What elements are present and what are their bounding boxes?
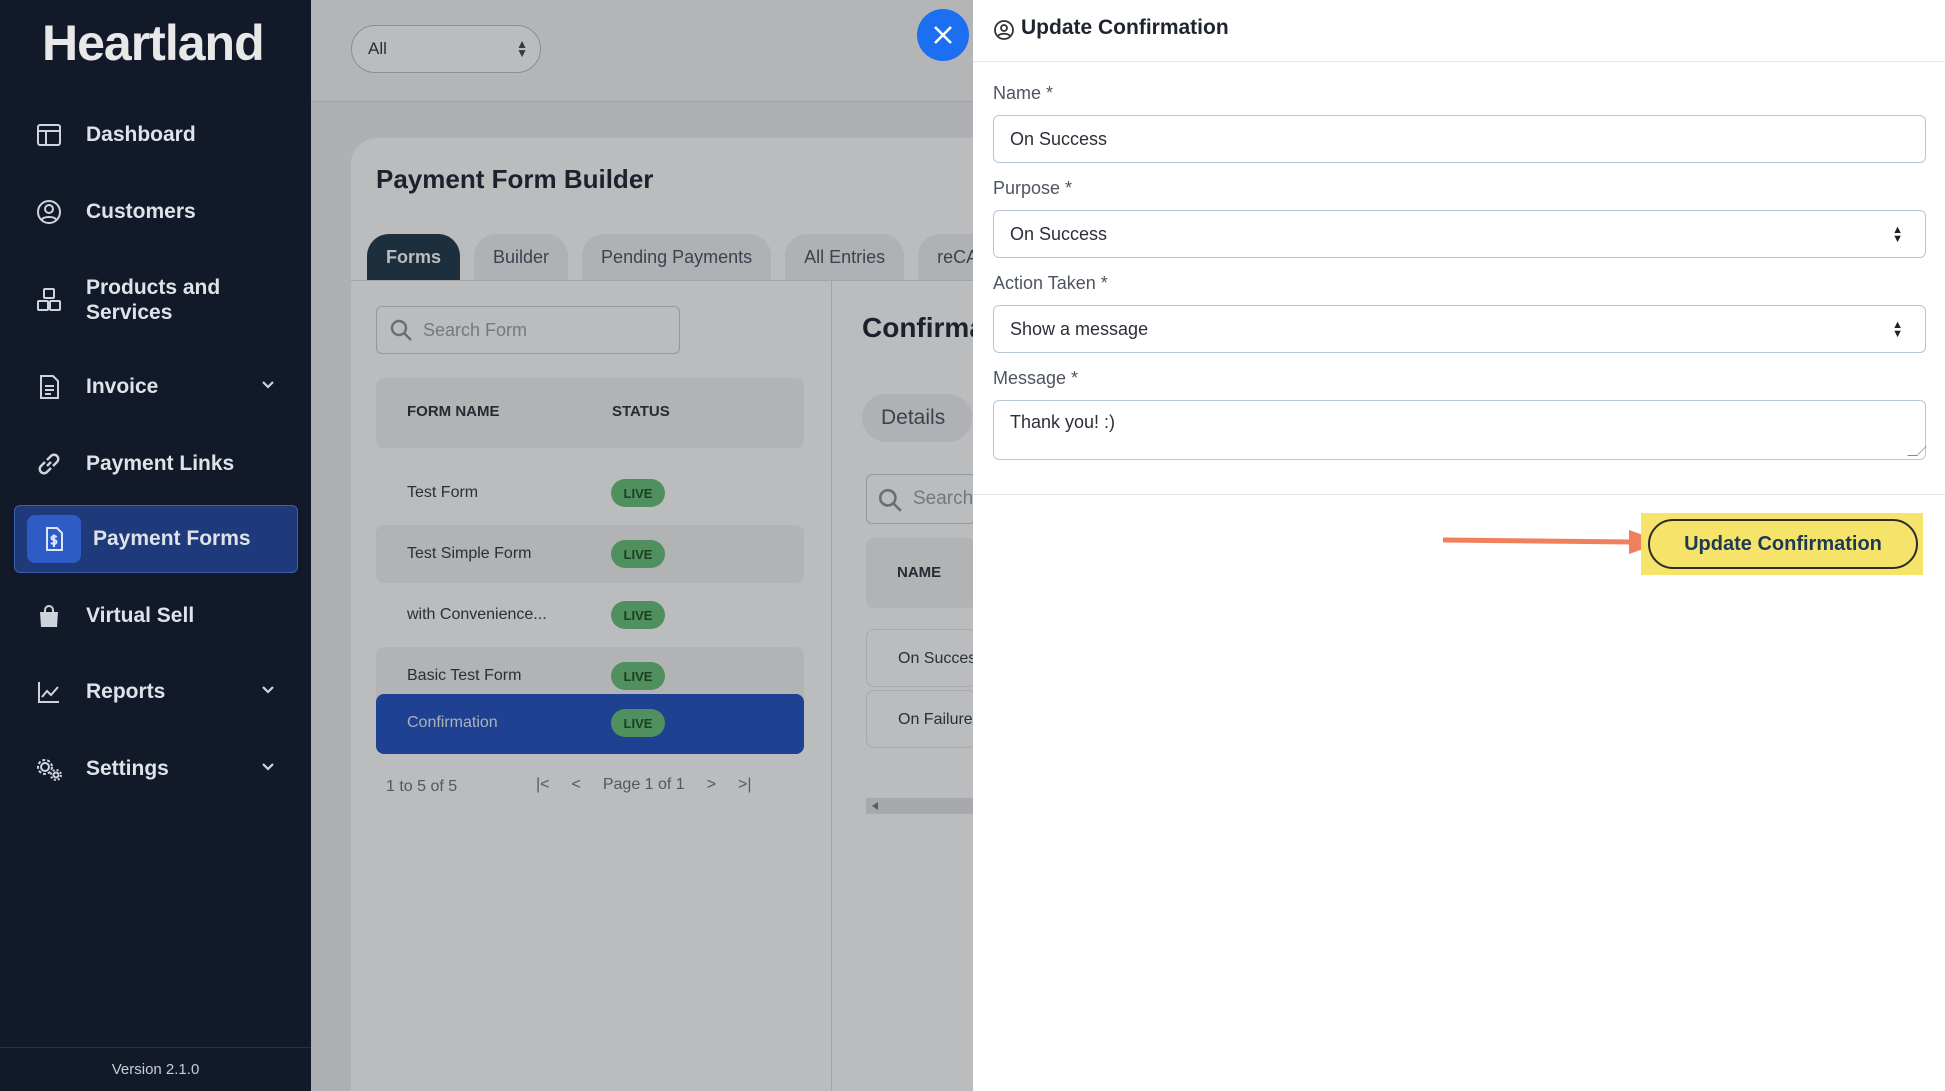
annotation-arrow-icon [1443,530,1663,554]
update-confirmation-panel: Update Confirmation Name * On Success Pu… [973,0,1945,1091]
heartland-logo: Heartland [42,15,265,71]
close-panel-button[interactable] [917,9,969,61]
action-taken-label: Action Taken * [993,273,1108,293]
sidebar-item-label: Customers [86,200,196,223]
sidebar-item-dashboard[interactable]: Dashboard [14,101,298,169]
sidebar-item-label: Reports [86,680,166,703]
app-version: Version 2.1.0 [0,1047,311,1091]
chevron-down-icon [262,763,274,771]
panel-title: Update Confirmation [1021,16,1229,39]
invoice-icon [34,372,64,402]
dashboard-icon [34,120,64,150]
sidebar-item-payment-forms[interactable]: Payment Forms [14,505,298,573]
sidebar-item-virtual-sell[interactable]: Virtual Sell [14,582,298,650]
user-circle-icon [994,20,1014,40]
select-arrows-icon: ▲ ▼ [1892,319,1903,340]
update-confirmation-button[interactable]: Update Confirmation [1648,519,1918,569]
sidebar-item-label: Invoice [86,375,159,398]
panel-header: Update Confirmation [973,0,1945,62]
message-label: Message * [993,368,1079,388]
close-icon [934,26,952,44]
name-input-value: On Success [1010,129,1108,149]
line-chart-icon [34,677,64,707]
purpose-label: Purpose * [993,178,1073,198]
resize-handle-icon[interactable] [1907,446,1927,456]
sidebar-item-label: Settings [86,757,169,780]
sidebar: Heartland Dashboard Customers Products a… [0,0,311,1091]
shopping-bag-icon [34,601,64,631]
message-textarea[interactable]: Thank you! :) [993,400,1927,460]
sidebar-item-label: Dashboard [86,123,196,146]
sidebar-item-settings[interactable]: Settings [14,735,298,803]
sidebar-item-label: Payment Forms [93,527,251,550]
action-taken-select-value: Show a message [1010,319,1149,339]
message-textarea-value: Thank you! :) [1010,412,1116,432]
sidebar-item-customers[interactable]: Customers [14,178,298,246]
sidebar-item-label: Products and Services [86,276,221,324]
dollar-document-icon [27,515,81,563]
sidebar-item-label: Virtual Sell [86,604,195,627]
gears-icon [34,754,64,784]
sidebar-item-products-and-services[interactable]: Products and Services [14,266,298,334]
name-input[interactable]: On Success [993,115,1926,163]
link-icon [34,449,64,479]
sidebar-item-reports[interactable]: Reports [14,658,298,726]
name-label: Name * [993,83,1054,103]
boxes-icon [34,285,64,315]
sidebar-item-label: Payment Links [86,452,235,475]
purpose-select-value: On Success [1010,224,1108,244]
sidebar-item-payment-links[interactable]: Payment Links [14,430,298,498]
select-arrows-icon: ▲ ▼ [1892,224,1903,245]
user-circle-icon [34,197,64,227]
action-taken-select[interactable]: Show a message ▲ ▼ [993,305,1926,353]
purpose-select[interactable]: On Success ▲ ▼ [993,210,1926,258]
chevron-down-icon [262,686,274,694]
chevron-down-icon [262,381,274,389]
sidebar-item-invoice[interactable]: Invoice [14,353,298,421]
panel-divider [973,494,1945,495]
